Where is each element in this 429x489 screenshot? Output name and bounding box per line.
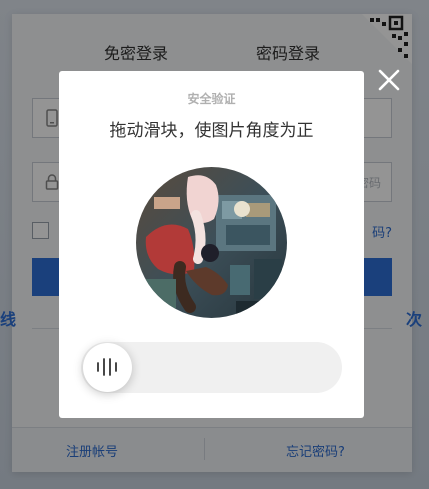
rotating-captcha-image [136, 167, 287, 318]
slider-handle[interactable] [83, 343, 132, 392]
slider-grip-icon [97, 358, 117, 376]
captcha-title: 安全验证 [187, 92, 236, 106]
captcha-instruction: 拖动滑块，使图片角度为正 [109, 121, 314, 141]
captcha-modal: 安全验证 拖动滑块，使图片角度为正 [59, 71, 364, 418]
close-icon[interactable] [377, 68, 401, 92]
